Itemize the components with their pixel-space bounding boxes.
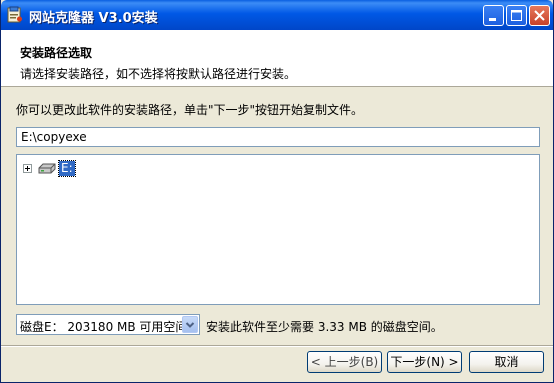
- maximize-icon: [511, 10, 522, 21]
- drive-select-value: 磁盘E： 203180 MB 可用空间: [20, 320, 188, 334]
- window-title: 网站克隆器 V3.0安装: [29, 11, 158, 26]
- tree-node-label[interactable]: E:: [58, 160, 76, 177]
- maximize-button[interactable]: [506, 5, 527, 26]
- back-button[interactable]: < 上一步(B): [307, 351, 382, 373]
- next-button[interactable]: 下一步(N) >: [387, 351, 462, 373]
- wizard-header: 安装路径选取 请选择安装路径，如不选择将按默认路径进行安装。: [1, 30, 553, 87]
- installer-window: 网站克隆器 V3.0安装 安装路径选取 请选择安装路径，如不选择将按默认路径进行…: [0, 0, 554, 383]
- close-icon: [534, 10, 545, 21]
- chevron-down-icon: [185, 322, 195, 328]
- button-separator: [1, 345, 553, 347]
- page-title: 安装路径选取: [20, 46, 93, 60]
- minimize-button[interactable]: [483, 5, 504, 26]
- plus-expand-icon[interactable]: [23, 164, 32, 173]
- drive-select[interactable]: 磁盘E： 203180 MB 可用空间: [16, 314, 200, 335]
- title-bar[interactable]: 网站克隆器 V3.0安装: [1, 0, 553, 30]
- folder-tree[interactable]: E:: [16, 154, 540, 305]
- hard-drive-icon: [38, 163, 56, 174]
- close-button[interactable]: [529, 5, 550, 26]
- dropdown-button[interactable]: [182, 316, 198, 333]
- instruction-text: 你可以更改此软件的安装路径，单击"下一步"按钮开始复制文件。: [16, 103, 364, 117]
- required-space-text: 安装此软件至少需要 3.33 MB 的磁盘空间。: [206, 320, 443, 334]
- cancel-button[interactable]: 取消: [469, 351, 544, 373]
- page-subtitle: 请选择安装路径，如不选择将按默认路径进行安装。: [20, 67, 297, 81]
- install-path-input[interactable]: [16, 127, 540, 147]
- minimize-icon: [489, 18, 496, 21]
- installer-app-icon: [7, 6, 22, 23]
